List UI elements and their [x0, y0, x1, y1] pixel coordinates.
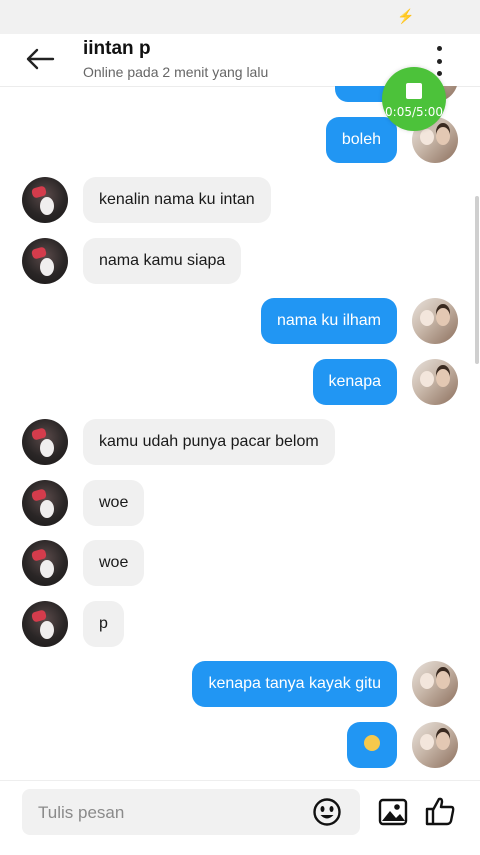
message-incoming: kenalin nama ku intan [0, 177, 480, 223]
contact-avatar[interactable] [22, 540, 68, 586]
message-outgoing: nama ku ilham [0, 298, 480, 344]
message-incoming: woe [0, 540, 480, 586]
message-bubble[interactable]: nama ku ilham [260, 298, 397, 344]
bolt-icon: ⚡ [397, 8, 415, 24]
contact-avatar[interactable] [22, 419, 68, 465]
contact-avatar[interactable] [22, 601, 68, 647]
message-bubble[interactable]: kenapa [312, 359, 397, 405]
message-incoming: nama kamu siapa [0, 238, 480, 284]
status-bar: ⚡ [0, 0, 480, 34]
message-outgoing [0, 722, 480, 768]
arrow-left-icon [26, 48, 55, 70]
message-incoming: p [0, 601, 480, 647]
scrollbar[interactable] [475, 196, 479, 364]
message-bubble[interactable] [347, 722, 397, 768]
dot-icon [436, 46, 442, 51]
message-bubble[interactable]: p [83, 601, 124, 647]
message-bubble[interactable]: kenapa tanya kayak gitu [192, 661, 397, 707]
dot-icon [436, 58, 442, 64]
message-bubble[interactable]: boleh [325, 117, 397, 163]
message-incoming: woe [0, 480, 480, 526]
image-icon[interactable] [378, 797, 408, 827]
contact-avatar[interactable] [22, 480, 68, 526]
message-bubble[interactable]: nama kamu siapa [83, 238, 242, 284]
recording-time: 0:05/5:00 [385, 105, 443, 119]
dot-icon [436, 71, 442, 76]
message-input-box[interactable] [22, 789, 360, 837]
my-avatar[interactable] [412, 722, 458, 768]
stop-icon [406, 83, 422, 99]
message-bubble[interactable]: kenalin nama ku intan [83, 177, 271, 223]
composer-bar [0, 780, 480, 855]
message-bubble[interactable]: woe [83, 540, 145, 586]
contact-name[interactable]: iintan p [83, 38, 151, 60]
emoji-icon[interactable] [312, 797, 342, 827]
message-list[interactable]: boleh kenalin nama ku intan nama kamu si… [0, 86, 480, 780]
screen-recorder-button[interactable]: 0:05/5:00 [382, 67, 446, 131]
message-bubble[interactable]: woe [83, 480, 145, 526]
neutral-face-emoji-icon [364, 734, 380, 751]
thumbs-up-icon[interactable] [424, 795, 456, 827]
my-avatar[interactable] [412, 359, 458, 405]
message-incoming: kamu udah punya pacar belom [0, 419, 480, 465]
my-avatar[interactable] [412, 298, 458, 344]
message-outgoing: kenapa tanya kayak gitu [0, 661, 480, 707]
message-input[interactable] [36, 789, 310, 837]
contact-status: Online pada 2 menit yang lalu [83, 64, 269, 80]
contact-avatar[interactable] [22, 177, 68, 223]
my-avatar[interactable] [412, 661, 458, 707]
message-outgoing: kenapa [0, 359, 480, 405]
back-button[interactable] [20, 42, 60, 76]
message-bubble[interactable]: kamu udah punya pacar belom [83, 419, 335, 465]
contact-avatar[interactable] [22, 238, 68, 284]
